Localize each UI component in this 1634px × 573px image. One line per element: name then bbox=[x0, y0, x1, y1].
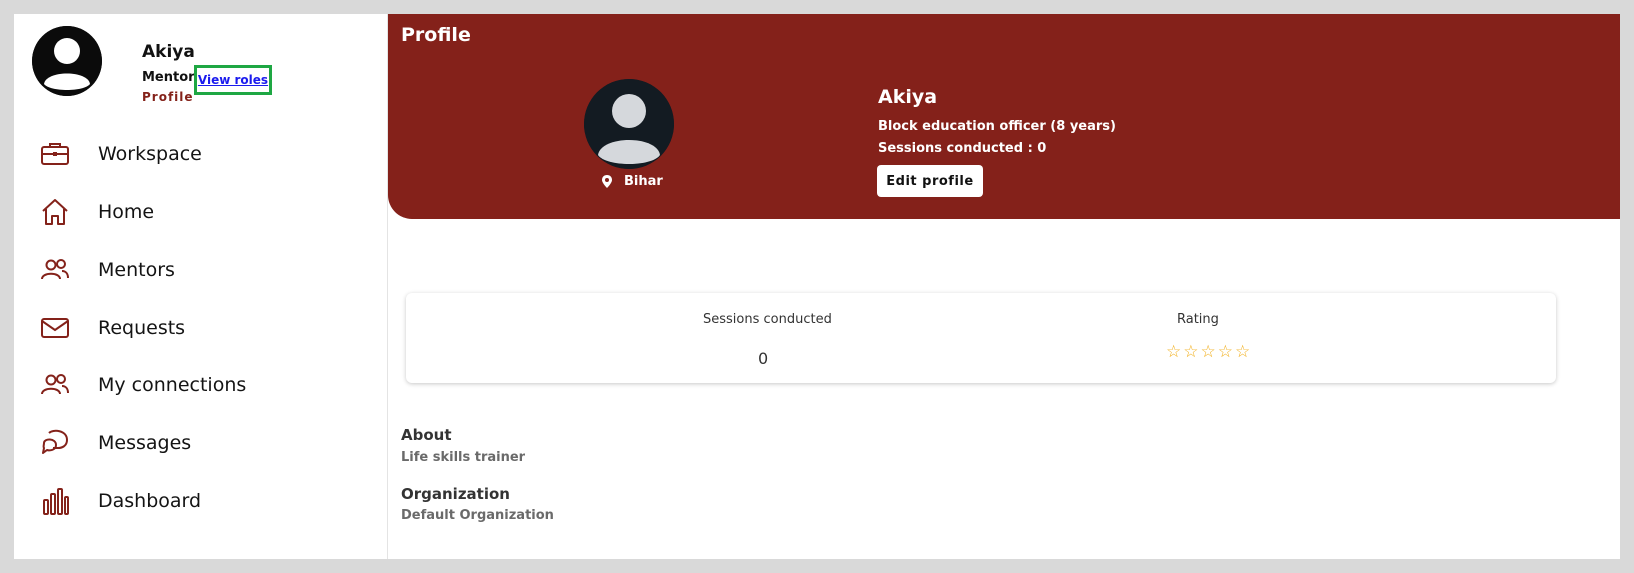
profile-avatar bbox=[584, 79, 674, 169]
star-empty-icon: ☆ bbox=[1200, 342, 1216, 362]
star-empty-icon: ☆ bbox=[1235, 342, 1251, 362]
sidebar-item-label: Mentors bbox=[98, 259, 175, 281]
sidebar-item-label: Dashboard bbox=[98, 490, 202, 512]
people-icon bbox=[40, 370, 70, 400]
rating-label: Rating bbox=[1177, 312, 1219, 327]
people-icon bbox=[40, 255, 70, 285]
avatar[interactable] bbox=[32, 26, 102, 96]
sidebar: Akiya Mentor View roles Profile Workspac… bbox=[14, 14, 388, 559]
profile-banner: Profile Bihar Akiya Block education offi… bbox=[388, 14, 1620, 219]
sessions-conducted-label: Sessions conducted bbox=[703, 312, 832, 327]
profile-link[interactable]: Profile bbox=[142, 90, 194, 104]
sidebar-item-home[interactable]: Home bbox=[14, 187, 388, 237]
star-empty-icon: ☆ bbox=[1166, 342, 1182, 362]
app-window: Akiya Mentor View roles Profile Workspac… bbox=[14, 14, 1620, 559]
sidebar-item-my-connections[interactable]: My connections bbox=[14, 360, 388, 410]
sidebar-item-label: Messages bbox=[98, 432, 192, 454]
sidebar-item-label: Requests bbox=[98, 317, 186, 339]
sidebar-item-dashboard[interactable]: Dashboard bbox=[14, 476, 388, 526]
location-text: Bihar bbox=[624, 174, 663, 189]
star-empty-icon: ☆ bbox=[1183, 342, 1199, 362]
view-roles-highlight: View roles bbox=[194, 65, 272, 95]
mail-icon bbox=[40, 313, 70, 343]
sessions-conducted-value: 0 bbox=[758, 349, 769, 368]
home-icon bbox=[40, 197, 70, 227]
user-name: Akiya bbox=[142, 42, 195, 62]
profile-name: Akiya bbox=[878, 86, 938, 108]
profile-location: Bihar bbox=[602, 174, 663, 189]
user-role: Mentor bbox=[142, 70, 195, 85]
star-empty-icon: ☆ bbox=[1217, 342, 1233, 362]
sidebar-item-mentors[interactable]: Mentors bbox=[14, 245, 388, 295]
page-title: Profile bbox=[401, 24, 471, 46]
bar-chart-icon bbox=[40, 486, 70, 516]
edit-profile-button[interactable]: Edit profile bbox=[877, 165, 983, 197]
about-text: Life skills trainer bbox=[401, 450, 526, 465]
sidebar-item-requests[interactable]: Requests bbox=[14, 303, 388, 353]
profile-sessions-conducted: Sessions conducted : 0 bbox=[878, 141, 1047, 156]
stats-card: Sessions conducted 0 Rating ☆ ☆ ☆ ☆ ☆ bbox=[406, 293, 1556, 383]
user-avatar-icon bbox=[584, 79, 674, 169]
sidebar-item-workspace[interactable]: Workspace bbox=[14, 129, 388, 179]
organization-text: Default Organization bbox=[401, 508, 554, 523]
sidebar-item-messages[interactable]: Messages bbox=[14, 418, 388, 468]
user-avatar-icon bbox=[32, 26, 102, 96]
rating-stars: ☆ ☆ ☆ ☆ ☆ bbox=[1166, 344, 1250, 361]
briefcase-icon bbox=[40, 139, 70, 169]
location-pin-icon bbox=[602, 175, 612, 188]
profile-designation: Block education officer (8 years) bbox=[878, 119, 1116, 134]
about-title: About bbox=[401, 426, 452, 444]
chat-bubbles-icon bbox=[40, 428, 70, 458]
sidebar-item-label: Workspace bbox=[98, 143, 202, 165]
organization-title: Organization bbox=[401, 485, 510, 503]
main-content: Profile Bihar Akiya Block education offi… bbox=[388, 14, 1620, 559]
sidebar-item-label: My connections bbox=[98, 374, 247, 396]
sidebar-item-label: Home bbox=[98, 201, 155, 223]
view-roles-link[interactable]: View roles bbox=[198, 73, 268, 87]
